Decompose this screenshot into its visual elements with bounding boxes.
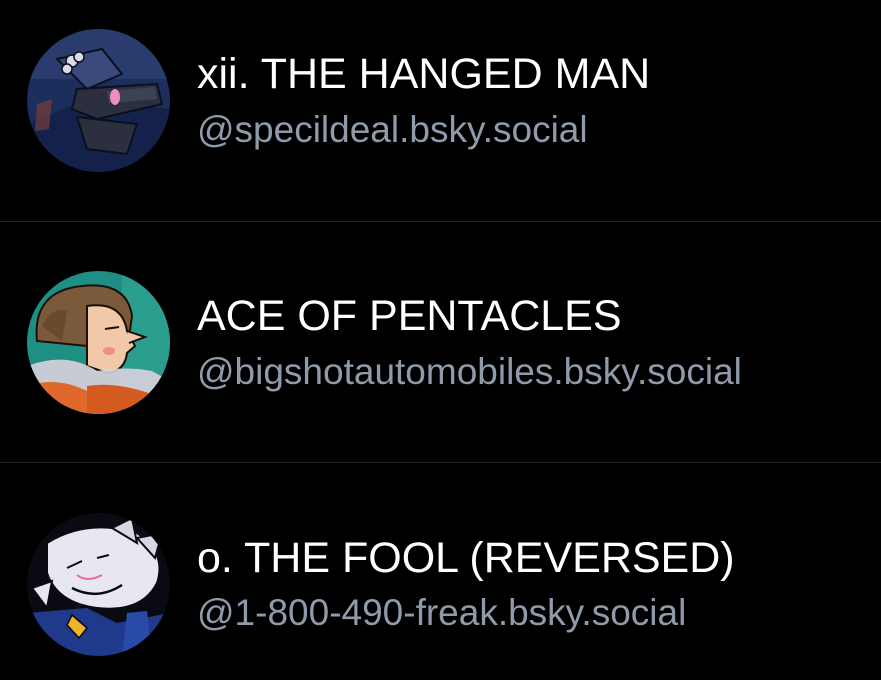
avatar[interactable]	[27, 513, 170, 656]
account-row-hanged-man[interactable]: xii. THE HANGED MAN @specildeal.bsky.soc…	[0, 0, 881, 221]
avatar[interactable]	[27, 29, 170, 172]
account-handle: @1-800-490-freak.bsky.social	[197, 592, 687, 633]
avatar[interactable]	[27, 271, 170, 414]
avatar-hanged-man-icon	[27, 29, 170, 172]
avatar-ace-of-pentacles-icon	[27, 271, 170, 414]
account-row-ace-of-pentacles[interactable]: ACE OF PENTACLES @bigshotautomobiles.bsk…	[0, 221, 881, 463]
account-handle: @bigshotautomobiles.bsky.social	[197, 351, 742, 392]
account-handle: @specildeal.bsky.social	[197, 109, 588, 150]
account-list: xii. THE HANGED MAN @specildeal.bsky.soc…	[0, 0, 881, 680]
display-name: ACE OF PENTACLES	[197, 292, 622, 340]
display-name: o. THE FOOL (REVERSED)	[197, 534, 735, 582]
avatar-the-fool-icon	[27, 513, 170, 656]
account-row-the-fool[interactable]: o. THE FOOL (REVERSED) @1-800-490-freak.…	[0, 462, 881, 680]
display-name: xii. THE HANGED MAN	[197, 50, 651, 98]
